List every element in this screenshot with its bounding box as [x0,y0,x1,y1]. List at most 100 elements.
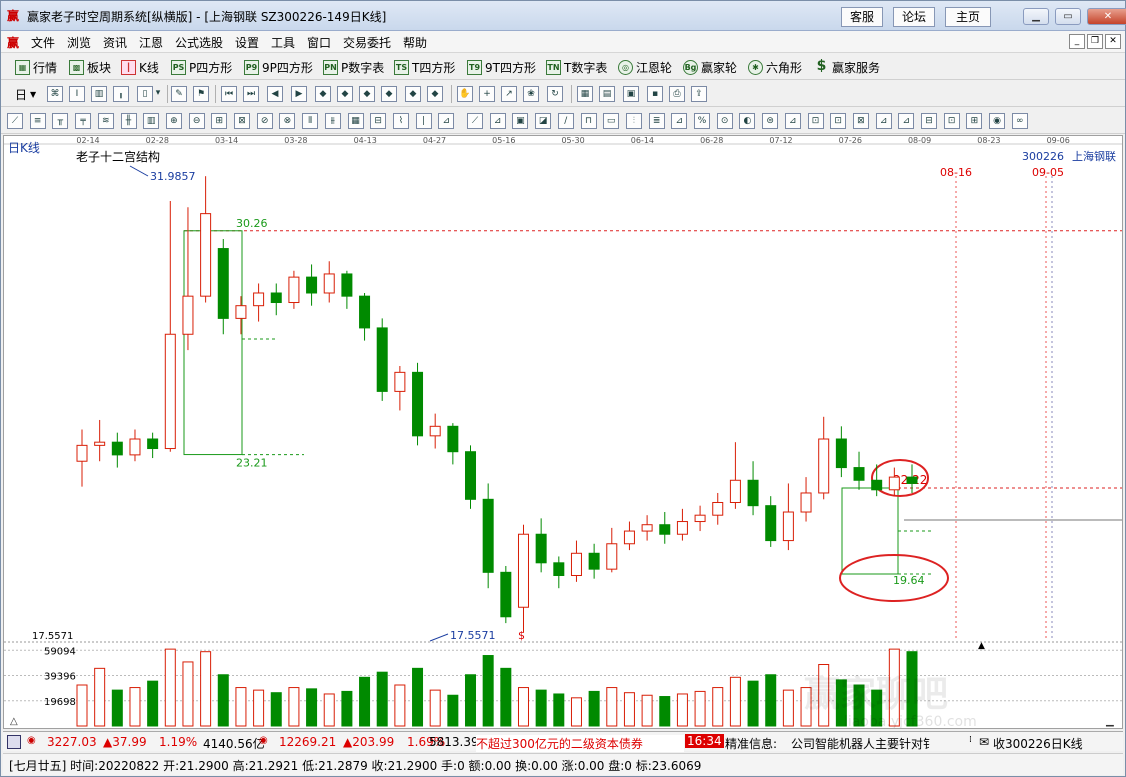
angle-icon[interactable]: ⊿ [489,113,506,129]
bar-chart-icon[interactable]: ▥ [91,86,107,102]
trend-icon[interactable]: ↗ [501,86,517,102]
expand-icon[interactable]: ◆ [405,86,421,102]
crosshair-icon[interactable]: + [479,86,495,102]
box6-icon[interactable]: ⊞ [966,113,983,129]
move-up-icon[interactable]: ◆ [359,86,375,102]
dots-icon[interactable]: ⫶ [625,113,642,129]
kline-button[interactable]: ┃ K线 [121,58,159,76]
menu-tools[interactable]: 工具 [271,34,295,51]
hand-icon[interactable]: ✋ [457,86,473,102]
channel-icon[interactable]: ≡ [29,113,46,129]
box-minus-icon[interactable]: ⊟ [370,113,387,129]
angle2-icon[interactable]: ⊿ [671,113,688,129]
move-down-icon[interactable]: ◆ [381,86,397,102]
circle-plus-icon[interactable]: ⊕ [165,113,182,129]
candle-icon[interactable]: ▯ [137,86,153,102]
ray-icon[interactable]: ⟋ [467,113,483,129]
snapshot-icon[interactable]: ⌘ [47,86,63,102]
close-button[interactable]: ✕ [1087,8,1126,25]
calc-icon[interactable]: ▣ [623,86,639,102]
rect-fill-icon[interactable]: ▣ [512,113,529,129]
trendline-icon[interactable]: ⟋ [7,113,23,129]
maximize-button[interactable]: ▭ [1055,8,1081,25]
menu-file[interactable]: 文件 [31,34,55,51]
box4-icon[interactable]: ⊟ [921,113,937,129]
kline-mini-icon[interactable]: ╻ [113,86,129,102]
box3-icon[interactable]: ⊠ [852,113,869,129]
sector-button[interactable]: ▩ 板块 [69,58,111,76]
fib-a-icon[interactable]: ⫴ [302,113,319,129]
period-select[interactable]: 日 ▼ [15,85,36,103]
message-icon[interactable]: ✉ [979,735,989,749]
winner-service-button[interactable]: $ 赢家服务 [814,58,880,76]
scroll-icon[interactable]: ⁞ [969,735,972,745]
flag-icon[interactable]: ⚑ [193,86,209,102]
circle-minus-icon[interactable]: ⊖ [188,113,205,129]
box2-icon[interactable]: ⊡ [830,113,847,129]
yin-yang-icon[interactable]: ◉ [989,113,1006,129]
news-ticker[interactable]: 不超过300亿元的二级资本债券 [476,735,684,752]
kline-chart[interactable]: 02-14 02-28 03-14 03-28 04-13 04-27 05-16 05-30… [3,135,1123,729]
mdi-restore-button[interactable]: ❐ [1087,34,1103,49]
print-icon[interactable]: ⎙ [669,86,685,102]
zoom-in-icon[interactable]: ◆ [315,86,331,102]
refresh-icon[interactable]: ↻ [547,86,563,102]
circle-slash-icon[interactable]: ⊘ [256,113,273,129]
last-icon[interactable]: ⏭ [243,86,259,102]
zoom-out-icon[interactable]: ◆ [337,86,353,102]
target-icon[interactable]: ⊙ [716,113,733,129]
9t-square-button[interactable]: T9 9T四方形 [467,58,536,76]
gann-fan-icon[interactable]: ╤ [75,113,92,129]
lines-icon[interactable]: ≣ [648,113,665,129]
quote-button[interactable]: ▦ 行情 [15,58,57,76]
p-square-button[interactable]: PS P四方形 [171,58,232,76]
rect-icon[interactable]: ▭ [603,113,620,129]
customer-service-link[interactable]: 客服 [841,7,883,27]
vline-icon[interactable]: | [415,113,432,129]
hexagon-button[interactable]: ✱ 六角形 [748,58,802,76]
table-icon[interactable]: ▤ [599,86,615,102]
wave-icon[interactable]: ⌇ [392,113,409,129]
menu-formula[interactable]: 公式选股 [175,34,223,51]
gann-wheel-button[interactable]: ◎ 江恩轮 [618,58,672,76]
news-text[interactable]: 公司智能机器人主要针对钅 [791,735,967,752]
grid2-icon[interactable]: ▦ [347,113,364,129]
homepage-link[interactable]: 主页 [945,7,991,27]
box-x-icon[interactable]: ⊠ [234,113,250,129]
forum-link[interactable]: 论坛 [893,7,935,27]
box5-icon[interactable]: ⊡ [943,113,960,129]
grid-icon[interactable]: ⊞ [211,113,228,129]
fib-b-icon[interactable]: ⫵ [324,113,341,129]
first-icon[interactable]: ⏮ [221,86,237,102]
triangle-icon[interactable]: ⊿ [438,113,455,129]
half-circle-icon[interactable]: ◐ [739,113,756,129]
t-number-button[interactable]: TN T数字表 [546,58,607,76]
half-box-icon[interactable]: ◪ [535,113,552,129]
infinity-icon[interactable]: ∞ [1011,113,1028,129]
tri4-icon[interactable]: ⊿ [898,113,915,129]
chevron-down-icon[interactable]: ▾ [153,86,163,102]
bar-tool-icon[interactable]: ▥ [143,113,160,129]
p-number-button[interactable]: PN P数字表 [323,58,384,76]
draw-icon[interactable]: ✎ [171,86,187,102]
menu-window[interactable]: 窗口 [307,34,331,51]
ring-icon[interactable]: ⊜ [762,113,779,129]
menu-trade[interactable]: 交易委托 [343,34,391,51]
circle-x-icon[interactable]: ⊗ [279,113,296,129]
parallel-icon[interactable]: ≋ [97,113,114,129]
menu-info[interactable]: 资讯 [103,34,127,51]
percent-icon[interactable]: % [694,113,710,129]
tri3-icon[interactable]: ⊿ [875,113,892,129]
export-icon[interactable]: ⇪ [691,86,707,102]
menu-settings[interactable]: 设置 [235,34,259,51]
prev-icon[interactable]: ◀ [267,86,283,102]
box1-icon[interactable]: ⊡ [807,113,824,129]
market-grid-icon[interactable] [7,735,21,749]
shrink-icon[interactable]: ◆ [427,86,443,102]
winner-wheel-button[interactable]: Bg 赢家轮 [683,58,737,76]
info-icon[interactable]: I [69,86,85,102]
mdi-minimize-button[interactable]: _ [1069,34,1085,49]
save-icon[interactable]: ▪ [647,86,663,102]
fish-icon[interactable]: ❀ [523,86,539,102]
mdi-close-button[interactable]: ✕ [1105,34,1121,49]
